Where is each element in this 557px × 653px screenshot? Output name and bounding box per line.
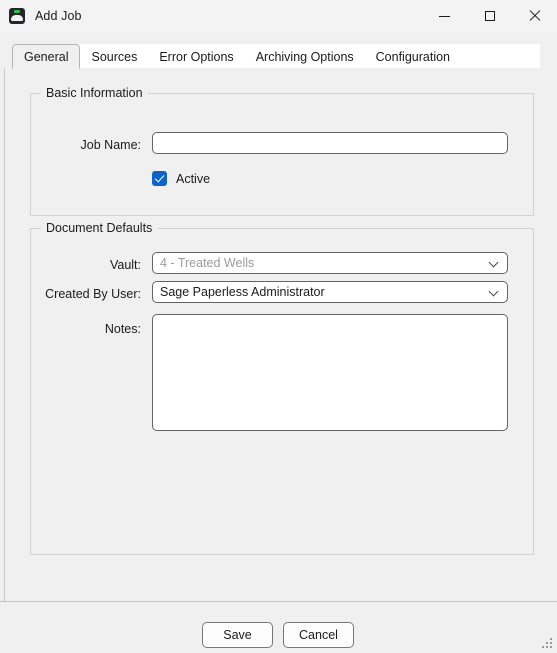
job-name-label: Job Name: xyxy=(80,138,141,152)
vault-label: Vault: xyxy=(109,258,141,272)
close-button[interactable] xyxy=(512,0,557,32)
window-title: Add Job xyxy=(35,9,82,23)
dialog-footer: Save Cancel xyxy=(0,601,557,653)
active-checkbox[interactable] xyxy=(152,171,167,186)
resize-grip-icon[interactable] xyxy=(541,637,554,650)
tab-sources[interactable]: Sources xyxy=(80,44,148,69)
tab-content-general: Basic Information Job Name: Active Docum… xyxy=(4,68,553,601)
minimize-icon xyxy=(439,15,450,17)
basic-information-group: Basic Information Job Name: Active xyxy=(30,86,534,216)
save-button[interactable]: Save xyxy=(202,622,273,648)
basic-information-title: Basic Information xyxy=(41,86,148,100)
tab-archiving-options[interactable]: Archiving Options xyxy=(245,44,365,69)
close-icon xyxy=(529,10,541,22)
vault-value: 4 - Treated Wells xyxy=(160,256,255,270)
tab-configuration[interactable]: Configuration xyxy=(365,44,461,69)
maximize-button[interactable] xyxy=(467,0,512,32)
window-controls xyxy=(422,0,557,32)
cancel-button[interactable]: Cancel xyxy=(283,622,354,648)
job-name-input[interactable] xyxy=(152,132,508,154)
chevron-down-icon xyxy=(488,286,500,298)
notes-textarea[interactable] xyxy=(152,314,508,431)
add-job-dialog: Add Job General Sources Error Options Ar… xyxy=(0,0,557,653)
tab-error-options[interactable]: Error Options xyxy=(148,44,244,69)
tab-general[interactable]: General xyxy=(12,44,81,69)
minimize-button[interactable] xyxy=(422,0,467,32)
created-by-user-label: Created By User: xyxy=(45,287,141,301)
maximize-icon xyxy=(484,11,495,21)
chevron-down-icon xyxy=(488,257,500,269)
title-bar: Add Job xyxy=(0,0,557,32)
vault-dropdown[interactable]: 4 - Treated Wells xyxy=(152,252,508,274)
created-by-user-value: Sage Paperless Administrator xyxy=(160,285,325,299)
active-checkbox-row[interactable]: Active xyxy=(152,171,210,186)
tab-strip: General Sources Error Options Archiving … xyxy=(12,44,540,69)
active-label: Active xyxy=(176,171,211,186)
document-defaults-group: Document Defaults Vault: 4 - Treated Wel… xyxy=(30,221,534,555)
document-defaults-title: Document Defaults xyxy=(41,221,158,235)
created-by-user-dropdown[interactable]: Sage Paperless Administrator xyxy=(152,281,508,303)
sage-paperless-icon xyxy=(9,8,25,24)
notes-label: Notes: xyxy=(104,322,141,336)
